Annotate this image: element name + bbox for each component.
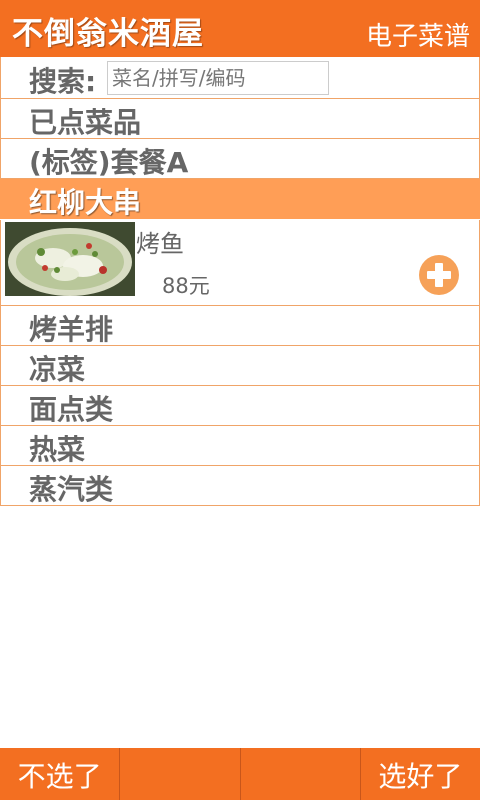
category-label: 蒸汽类 xyxy=(29,473,114,506)
dish-name: 烤鱼 xyxy=(136,230,184,258)
confirm-button[interactable]: 选好了 xyxy=(361,748,480,800)
plus-circle-icon[interactable] xyxy=(419,255,459,295)
category-steamed[interactable]: 蒸汽类 xyxy=(0,466,480,506)
toolbar-empty-slot-1 xyxy=(120,748,241,800)
category-lamb-chops[interactable]: 烤羊排 xyxy=(0,306,480,346)
bottom-toolbar: 不选了 选好了 xyxy=(0,748,480,800)
category-hot-dishes[interactable]: 热菜 xyxy=(0,426,480,466)
restaurant-title: 不倒翁米酒屋 xyxy=(12,16,204,52)
search-input[interactable] xyxy=(107,61,329,95)
toolbar-empty-slot-2 xyxy=(241,748,361,800)
category-label: 烤羊排 xyxy=(29,313,114,346)
dish-price: 88元 xyxy=(162,274,210,298)
app-header: 不倒翁米酒屋 电子菜谱 xyxy=(0,0,480,57)
category-noodles-pastry[interactable]: 面点类 xyxy=(0,386,480,426)
category-label: 凉菜 xyxy=(29,353,86,386)
category-cold-dishes[interactable]: 凉菜 xyxy=(0,346,480,386)
category-label: (标签)套餐A xyxy=(29,146,189,179)
search-label: 搜索: xyxy=(29,65,97,98)
category-label: 已点菜品 xyxy=(29,106,142,139)
category-ordered-dishes[interactable]: 已点菜品 xyxy=(0,99,480,139)
cancel-button[interactable]: 不选了 xyxy=(0,748,121,800)
category-label: 热菜 xyxy=(29,433,86,466)
dish-photo xyxy=(5,222,135,296)
category-red-willow-skewers[interactable]: 红柳大串 xyxy=(0,179,480,219)
category-label: 面点类 xyxy=(29,393,114,426)
menu-subtitle: 电子菜谱 xyxy=(365,22,470,52)
dish-item[interactable]: 烤鱼 88元 xyxy=(0,220,480,306)
category-set-meal-a[interactable]: (标签)套餐A xyxy=(0,139,480,179)
category-label: 红柳大串 xyxy=(29,186,142,219)
search-bar: 搜索: xyxy=(0,57,480,99)
